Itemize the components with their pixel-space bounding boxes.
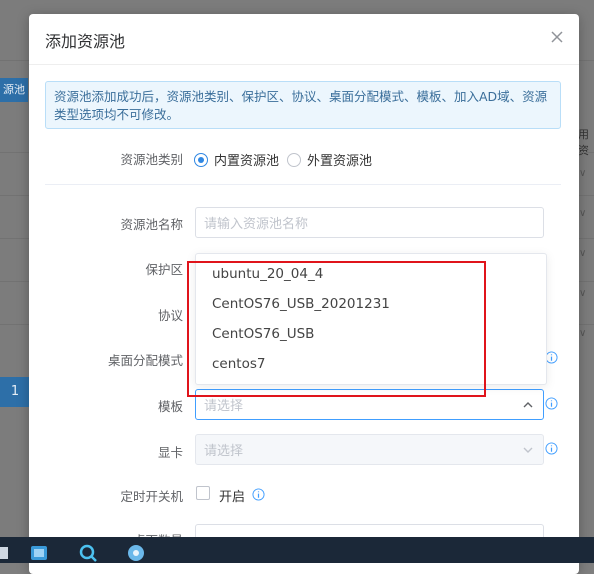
start-icon[interactable] [0, 543, 12, 563]
scheduled-power-label: 定时开关机 [120, 489, 183, 504]
background-chevron-icon: ∨ [579, 328, 587, 339]
scheduled-power-checkbox-label[interactable]: 开启 [219, 486, 245, 505]
background-chevron-icon: ∨ [579, 288, 587, 299]
background-column-header: 用资 [578, 128, 589, 157]
pool-name-placeholder: 请输入资源池名称 [204, 217, 309, 232]
section-divider [45, 184, 561, 185]
background-chevron-icon: ∨ [579, 248, 587, 259]
gpu-info-icon[interactable] [545, 442, 558, 455]
browser-icon[interactable] [126, 543, 146, 563]
pool-type-radio-group: 内置资源池 外置资源池 [194, 150, 380, 169]
add-resource-pool-dialog: 添加资源池 资源池添加成功后，资源池类别、保护区、协议、桌面分配模式、模板、加入… [29, 14, 579, 574]
notice-message: 资源池添加成功后，资源池类别、保护区、协议、桌面分配模式、模板、加入AD域、资源… [45, 81, 561, 129]
pool-name-input[interactable]: 请输入资源池名称 [195, 207, 544, 238]
background-chevron-icon: ∨ [579, 208, 587, 219]
template-info-icon[interactable] [545, 397, 558, 410]
chevron-down-icon [523, 447, 533, 453]
radio-builtin-pool-label[interactable]: 内置资源池 [214, 150, 279, 169]
template-placeholder: 请选择 [204, 399, 244, 414]
annotation-highlight-box [187, 261, 486, 397]
protocol-label: 协议 [157, 308, 183, 323]
radio-external-pool-label[interactable]: 外置资源池 [307, 150, 372, 169]
taskbar [0, 537, 594, 563]
template-label: 模板 [157, 399, 183, 414]
dialog-header: 添加资源池 [29, 14, 579, 65]
pool-name-label: 资源池名称 [120, 217, 183, 232]
close-icon[interactable] [549, 29, 565, 45]
search-app-icon[interactable] [78, 543, 98, 563]
dialog-title: 添加资源池 [45, 32, 126, 51]
scheduled-power-checkbox[interactable] [196, 486, 210, 500]
app-icon[interactable] [29, 543, 49, 563]
background-pagination-current: 1 [0, 377, 30, 407]
radio-builtin-pool[interactable] [194, 152, 208, 167]
gpu-select[interactable]: 请选择 [195, 434, 544, 465]
background-button: 源池 [0, 78, 28, 102]
radio-external-pool[interactable] [287, 152, 302, 167]
chevron-up-icon [523, 402, 533, 408]
pool-type-label: 资源池类别 [120, 152, 183, 167]
background-chevron-icon: ∨ [579, 168, 587, 179]
protect-zone-label: 保护区 [145, 262, 183, 277]
desktop-mode-label: 桌面分配模式 [107, 353, 183, 368]
gpu-label: 显卡 [157, 445, 183, 460]
scheduled-power-info-icon[interactable] [252, 488, 265, 501]
gpu-placeholder: 请选择 [204, 444, 244, 459]
